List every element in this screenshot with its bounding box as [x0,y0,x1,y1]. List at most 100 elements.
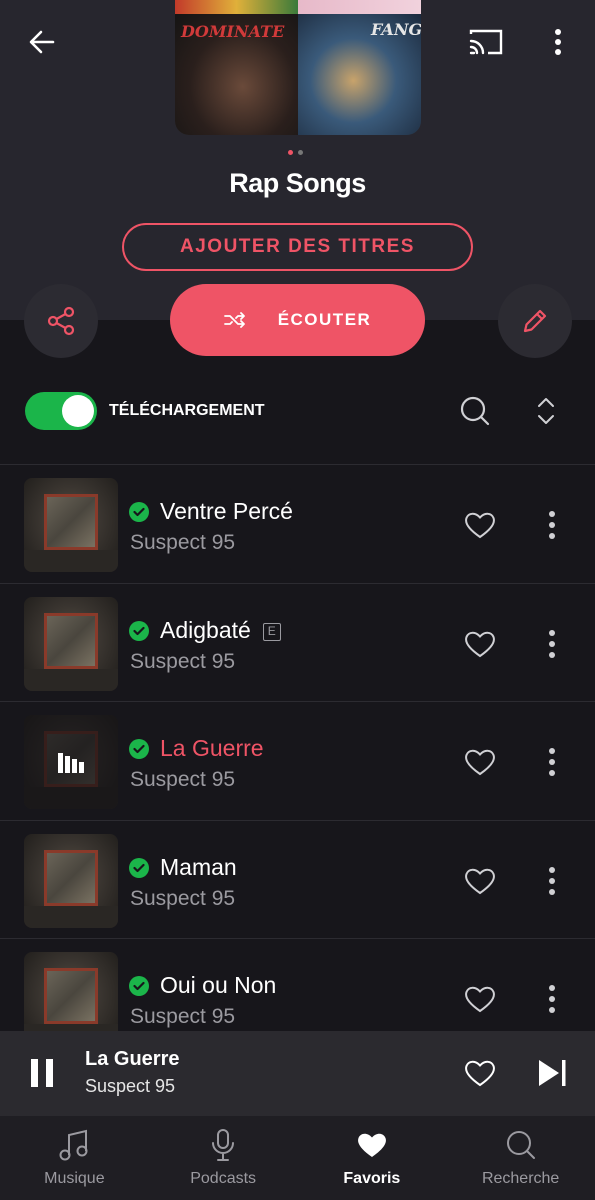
explicit-badge: E [262,622,281,641]
track-artist: Suspect 95 [130,768,236,791]
track-title: La Guerre [160,735,264,761]
more-vertical-icon [555,29,561,55]
toggle-knob [62,395,94,427]
cover-quadrant [298,0,421,14]
track-title: Oui ou Non [160,972,277,998]
arrow-left-icon [29,30,55,54]
sort-icon [538,398,554,424]
like-button[interactable] [460,626,500,662]
more-vertical-icon [549,511,555,539]
cover-quadrant [175,0,298,14]
more-vertical-icon [549,866,555,895]
track-title: Maman [160,853,237,880]
download-toggle[interactable] [25,392,97,430]
track-title-text: Adigbaté [160,616,251,643]
download-label: TÉLÉCHARGEMENT [109,402,265,419]
cast-button[interactable] [464,22,508,62]
heart-outline-icon [465,512,495,539]
sort-button[interactable] [530,392,562,430]
search-icon [460,396,490,426]
next-track-button[interactable] [532,1053,572,1093]
track-artwork [24,478,118,572]
heart-outline-icon [465,868,495,894]
heart-outline-icon [465,631,495,657]
track-more-button[interactable] [538,863,566,899]
heart-icon [357,1133,386,1157]
like-button[interactable] [460,863,500,899]
equalizer-icon [58,753,84,773]
pause-button[interactable] [22,1053,62,1093]
mini-like-button[interactable] [460,1053,500,1093]
track-artist: Suspect 95 [130,531,236,554]
now-playing-overlay [24,715,118,809]
track-row[interactable]: La Guerre Suspect 95 [0,701,595,820]
heart-outline-icon [465,749,495,776]
share-button[interactable] [24,284,98,358]
nav-item-favoris[interactable]: Favoris [298,1116,447,1200]
microphone-icon [212,1129,235,1161]
track-artwork [24,715,118,809]
downloaded-check-icon [129,857,149,878]
now-playing-title: La Guerre [85,1048,180,1070]
share-icon [47,306,75,336]
music-note-icon [59,1129,88,1161]
more-vertical-icon [549,629,555,658]
mini-player[interactable]: La Guerre Suspect 95 [0,1031,595,1116]
more-options-button[interactable] [540,22,576,62]
downloaded-check-icon [129,620,149,641]
bottom-navigation: Musique Podcasts Favoris Recherche [0,1116,595,1200]
download-row: TÉLÉCHARGEMENT [0,380,595,442]
playlist-title: Rap Songs [229,168,366,198]
heart-outline-icon [465,986,495,1013]
track-artist: Suspect 95 [130,1005,236,1028]
nav-item-musique[interactable]: Musique [0,1116,149,1200]
search-in-playlist-button[interactable] [456,392,494,430]
cover-caption: FANGE [371,20,421,39]
downloaded-check-icon [129,502,149,522]
cover-caption: DOMINATE [181,22,285,41]
track-more-button[interactable] [538,981,566,1017]
cast-icon [469,29,503,55]
shuffle-play-button[interactable]: ÉCOUTER [170,284,425,356]
now-playing-artist: Suspect 95 [85,1076,176,1096]
nav-item-podcasts[interactable]: Podcasts [149,1116,298,1200]
track-more-button[interactable] [538,626,566,662]
nav-label: Musique [44,1170,105,1187]
skip-next-icon [539,1060,566,1086]
track-row[interactable]: Ventre Percé Suspect 95 [0,464,595,583]
playlist-cover: DOMINATE FANGE [175,0,421,135]
like-button[interactable] [460,744,500,780]
like-button[interactable] [460,507,500,543]
downloaded-check-icon [129,739,149,759]
shuffle-icon [223,312,245,328]
track-list: Ventre Percé Suspect 95 Adigbaté E Suspec… [0,464,595,1057]
carousel-dot[interactable] [298,150,303,155]
nav-item-recherche[interactable]: Recherche [446,1116,595,1200]
track-artwork [24,833,118,928]
track-more-button[interactable] [538,507,566,543]
track-artist: Suspect 95 [130,886,236,910]
more-vertical-icon [549,985,555,1013]
playlist-header: DOMINATE FANGE Rap Songs AJOUTER DES TIT… [0,0,595,320]
track-title: Ventre Percé [160,498,293,524]
nav-label: Favoris [343,1170,401,1187]
back-button[interactable] [22,22,62,62]
pencil-icon [523,309,547,333]
nav-label: Recherche [481,1170,560,1187]
like-button[interactable] [460,981,500,1017]
more-vertical-icon [549,748,555,776]
carousel-indicator [288,150,303,155]
add-tracks-button[interactable]: AJOUTER DES TITRES [122,223,473,271]
track-row[interactable]: Adigbaté E Suspect 95 [0,582,595,702]
track-more-button[interactable] [538,744,566,780]
track-artwork [24,596,118,691]
nav-label: Podcasts [190,1170,257,1187]
track-row[interactable]: Maman Suspect 95 [0,819,595,939]
track-title: Adigbaté E [160,617,281,644]
heart-outline-icon [465,1060,495,1087]
search-icon [506,1131,535,1159]
pause-icon [31,1059,53,1087]
carousel-dot[interactable] [288,150,293,155]
play-label: ÉCOUTER [277,310,372,329]
edit-button[interactable] [498,284,572,358]
